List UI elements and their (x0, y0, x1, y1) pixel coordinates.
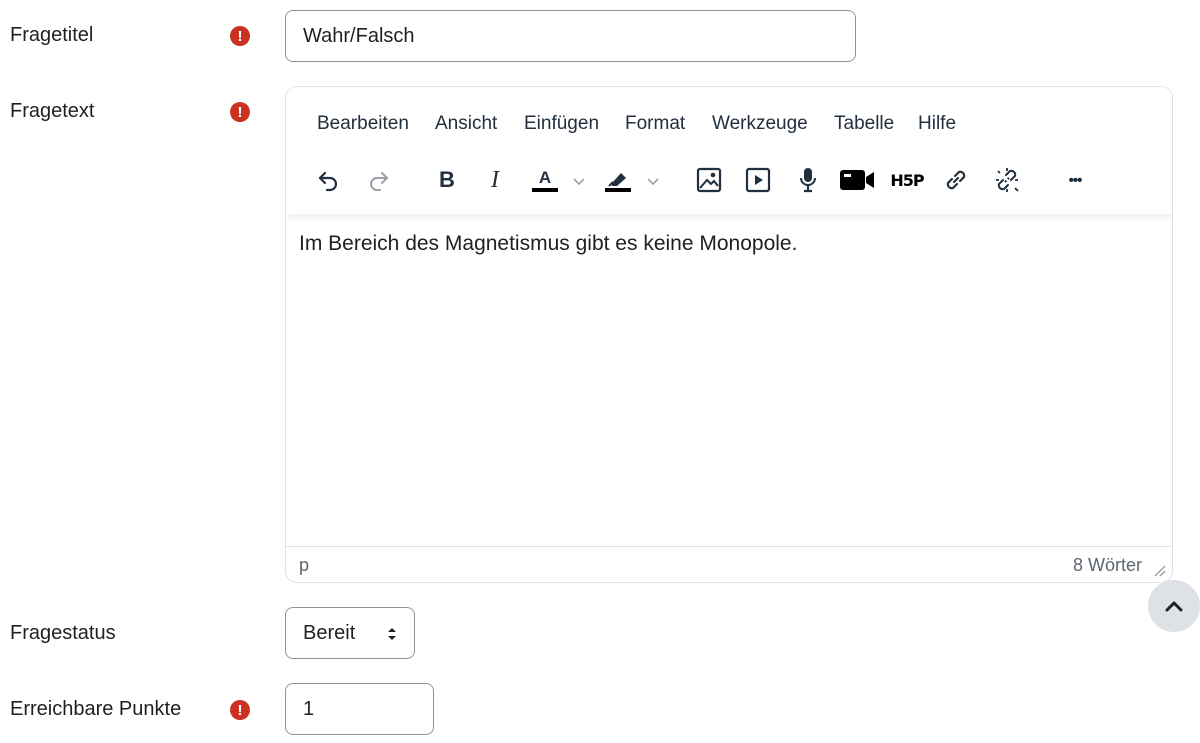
redo-button[interactable] (364, 165, 394, 195)
menu-tools[interactable]: Werkzeuge (712, 113, 808, 135)
menu-table[interactable]: Tabelle (834, 113, 894, 135)
menu-insert[interactable]: Einfügen (524, 113, 599, 135)
text-color-dropdown[interactable] (570, 169, 588, 193)
rich-text-editor: Bearbeiten Ansicht Einfügen Format Werkz… (285, 86, 1173, 583)
menu-view[interactable]: Ansicht (435, 113, 497, 135)
media-play-icon (745, 167, 771, 193)
highlighter-icon (608, 172, 626, 187)
editor-header: Bearbeiten Ansicht Einfügen Format Werkz… (286, 87, 1172, 214)
required-exclamation-icon: ! (230, 26, 250, 46)
italic-button[interactable]: I (480, 165, 510, 195)
insert-image-button[interactable] (694, 165, 724, 195)
question-title-input[interactable]: Wahr/Falsch (285, 10, 856, 62)
redo-icon (370, 172, 388, 191)
menu-format[interactable]: Format (625, 113, 685, 135)
unlink-icon (996, 168, 1019, 192)
video-camera-icon (840, 170, 874, 190)
highlight-dropdown[interactable] (644, 169, 662, 193)
image-icon (696, 167, 722, 193)
record-video-button[interactable] (837, 165, 877, 195)
link-icon (946, 170, 966, 190)
microphone-icon (800, 168, 816, 193)
text-color-glyph: A (538, 167, 552, 187)
undo-icon (318, 171, 338, 192)
question-status-select[interactable]: Bereit (285, 607, 415, 659)
editor-menubar: Bearbeiten Ansicht Einfügen Format Werkz… (286, 87, 1172, 157)
chevron-down-icon (647, 178, 659, 186)
text-color-button[interactable]: A (530, 165, 560, 195)
menu-help[interactable]: Hilfe (918, 113, 956, 135)
record-audio-button[interactable] (793, 165, 823, 195)
resize-handle-icon[interactable] (1152, 563, 1166, 577)
insert-media-button[interactable] (743, 165, 773, 195)
editor-statusbar: p 8 Wörter (286, 546, 1172, 582)
insert-link-button[interactable] (941, 165, 971, 195)
unlink-button[interactable] (992, 165, 1022, 195)
more-options-button[interactable]: ••• (1060, 165, 1090, 195)
question-status-label: Fragestatus (10, 622, 116, 644)
menu-edit[interactable]: Bearbeiten (317, 113, 409, 135)
chevron-down-icon (573, 178, 585, 186)
question-text-label: Fragetext (10, 100, 95, 122)
undo-button[interactable] (313, 165, 343, 195)
max-points-label: Erreichbare Punkte (10, 698, 182, 720)
element-path[interactable]: p (299, 555, 309, 576)
chevron-up-icon (1165, 601, 1183, 612)
question-title-label: Fragetitel (10, 24, 94, 46)
word-count[interactable]: 8 Wörter (1073, 555, 1142, 576)
question-status-value: Bereit (303, 621, 356, 644)
select-updown-icon (388, 628, 396, 640)
highlight-color-button[interactable] (603, 165, 633, 195)
bold-button[interactable]: B (432, 165, 462, 195)
question-title-value: Wahr/Falsch (303, 24, 415, 47)
scroll-to-top-button[interactable] (1148, 580, 1200, 632)
highlight-swatch (605, 187, 631, 192)
required-exclamation-icon: ! (230, 102, 250, 122)
editor-content[interactable]: Im Bereich des Magnetismus gibt es keine… (299, 232, 797, 256)
color-swatch (532, 187, 558, 192)
required-exclamation-icon: ! (230, 700, 250, 720)
h5p-button[interactable]: H5P (888, 165, 926, 195)
max-points-value: 1 (303, 697, 315, 720)
max-points-input[interactable]: 1 (285, 683, 434, 735)
